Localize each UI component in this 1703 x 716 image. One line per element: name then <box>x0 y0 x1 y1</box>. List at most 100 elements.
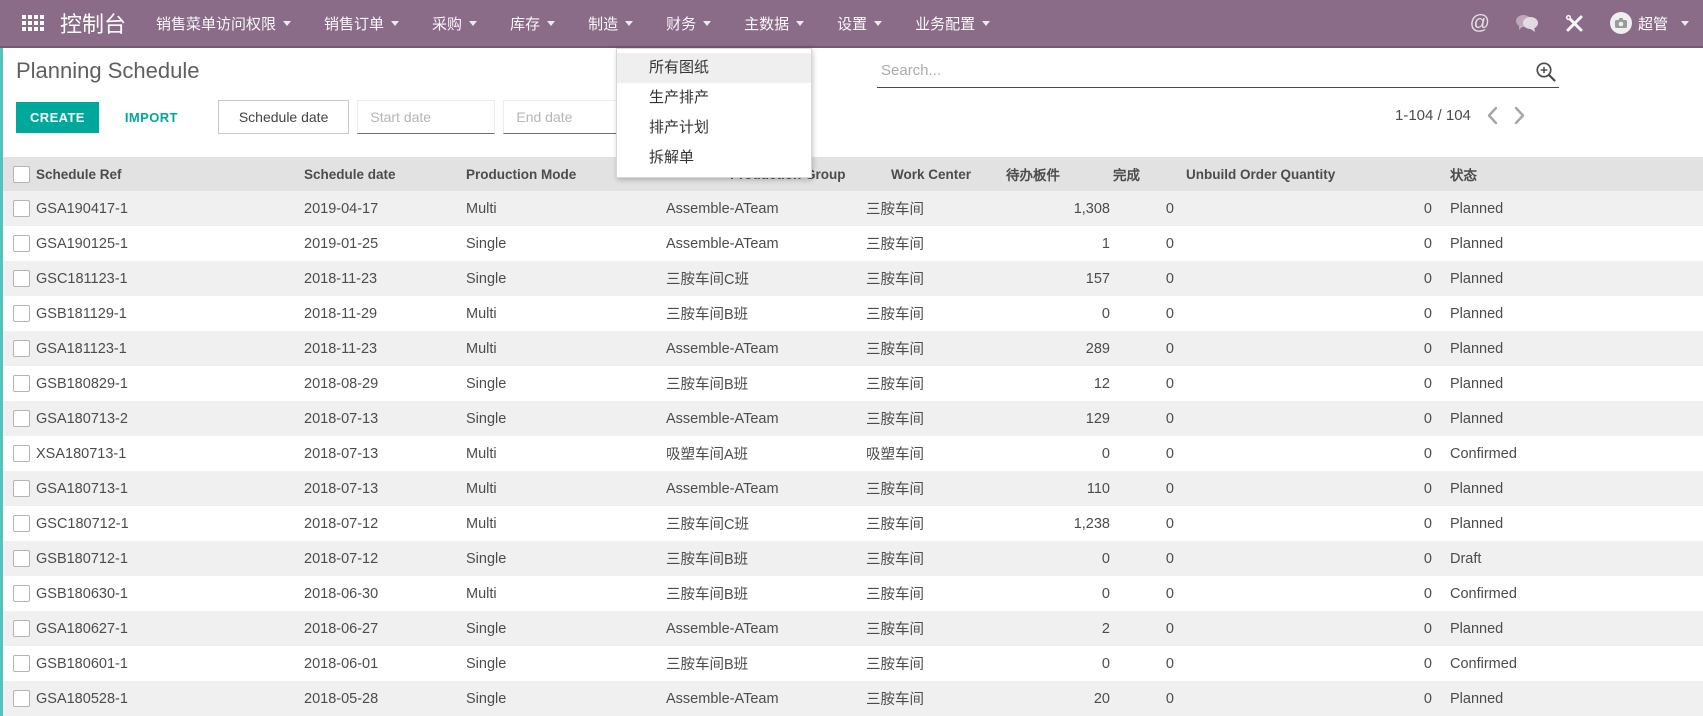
row-checkbox[interactable] <box>13 270 30 287</box>
dropdown-item-3[interactable]: 排产计划 <box>617 113 811 143</box>
table-row[interactable]: GSC180712-12018-07-12Multi三胺车间C班三胺车间1,23… <box>3 506 1703 541</box>
create-button[interactable]: CREATE <box>16 102 99 133</box>
table-row[interactable]: XSA180713-12018-07-13Multi吸塑车间A班吸塑车间000C… <box>3 436 1703 471</box>
avatar <box>1610 12 1632 34</box>
messages-icon[interactable] <box>1515 14 1539 33</box>
select-all-checkbox[interactable] <box>13 166 30 183</box>
row-checkbox-cell <box>3 401 30 436</box>
row-checkbox[interactable] <box>13 340 30 357</box>
row-checkbox[interactable] <box>13 550 30 567</box>
row-checkbox-cell <box>3 541 30 576</box>
cell-5: 吸塑车间 <box>858 436 1005 471</box>
user-menu[interactable]: 超管 <box>1610 12 1689 34</box>
cell-5: 三胺车间 <box>858 191 1005 226</box>
table-row[interactable]: GSB181129-12018-11-29Multi三胺车间B班三胺车间000P… <box>3 296 1703 331</box>
table-row[interactable]: GSA180528-12018-05-28SingleAssemble-ATea… <box>3 681 1703 716</box>
row-checkbox[interactable] <box>13 410 30 427</box>
table-row[interactable]: GSC181123-12018-11-23Single三胺车间C班三胺车间157… <box>3 261 1703 296</box>
cell-7: 0 <box>1112 541 1180 576</box>
cell-1: GSB180630-1 <box>30 576 298 611</box>
cell-6: 20 <box>1005 681 1112 716</box>
nav-menu-4[interactable]: 库存 <box>510 13 555 34</box>
table-row[interactable]: GSA180713-12018-07-13MultiAssemble-ATeam… <box>3 471 1703 506</box>
row-checkbox[interactable] <box>13 375 30 392</box>
start-date-input[interactable] <box>357 100 495 134</box>
table-row[interactable]: GSB180829-12018-08-29Single三胺车间B班三胺车间120… <box>3 366 1703 401</box>
cell-1: GSB181129-1 <box>30 296 298 331</box>
row-checkbox[interactable] <box>13 480 30 497</box>
cell-6: 1,238 <box>1005 506 1112 541</box>
chevron-down-icon <box>703 21 711 26</box>
table-row[interactable]: GSA180713-22018-07-13SingleAssemble-ATea… <box>3 401 1703 436</box>
column-header-7[interactable]: 完成 <box>1112 157 1180 191</box>
nav-menu-6[interactable]: 财务 <box>666 13 711 34</box>
dropdown-item-1[interactable]: 所有图纸 <box>617 53 811 83</box>
row-checkbox[interactable] <box>13 690 30 707</box>
nav-menu-1[interactable]: 销售菜单访问权限 <box>156 13 291 34</box>
column-header-3[interactable]: Production Mode <box>460 157 640 191</box>
cell-1: GSB180601-1 <box>30 646 298 681</box>
table-row[interactable]: GSB180712-12018-07-12Single三胺车间B班三胺车间000… <box>3 541 1703 576</box>
cell-3: Multi <box>460 191 640 226</box>
brand-title[interactable]: 控制台 <box>60 7 126 39</box>
row-checkbox[interactable] <box>13 305 30 322</box>
cell-8: 0 <box>1180 331 1438 366</box>
dropdown-item-4[interactable]: 拆解单 <box>617 143 811 173</box>
table-row[interactable]: GSA180627-12018-06-27SingleAssemble-ATea… <box>3 611 1703 646</box>
import-button[interactable]: IMPORT <box>119 109 184 126</box>
cell-7: 0 <box>1112 576 1180 611</box>
column-header-6[interactable]: 待办板件 <box>1005 157 1112 191</box>
cell-9: Planned <box>1438 296 1703 331</box>
cell-4: 三胺车间B班 <box>640 296 858 331</box>
mentions-at-icon[interactable]: @ <box>1470 12 1490 35</box>
row-checkbox[interactable] <box>13 445 30 462</box>
table-row[interactable]: GSA190417-12019-04-17MultiAssemble-ATeam… <box>3 191 1703 226</box>
cell-9: Planned <box>1438 331 1703 366</box>
cell-5: 三胺车间 <box>858 226 1005 261</box>
apps-grid-icon[interactable] <box>22 15 44 31</box>
row-checkbox-cell <box>3 331 30 366</box>
cell-4: 三胺车间B班 <box>640 541 858 576</box>
column-header-8[interactable]: Unbuild Order Quantity <box>1180 157 1438 191</box>
tools-icon[interactable] <box>1564 13 1585 34</box>
chevron-down-icon <box>796 21 804 26</box>
nav-menu-label: 销售订单 <box>324 13 384 34</box>
column-header-5[interactable]: Work Center <box>858 157 1005 191</box>
row-checkbox-cell <box>3 366 30 401</box>
search-zoom-icon[interactable] <box>1535 61 1557 88</box>
nav-menu-9[interactable]: 业务配置 <box>915 13 990 34</box>
row-checkbox[interactable] <box>13 620 30 637</box>
cell-4: Assemble-ATeam <box>640 331 858 366</box>
nav-menu-2[interactable]: 销售订单 <box>324 13 399 34</box>
cell-1: GSA190417-1 <box>30 191 298 226</box>
cell-2: 2018-07-12 <box>298 506 460 541</box>
nav-menu-label: 设置 <box>837 13 867 34</box>
row-checkbox[interactable] <box>13 235 30 252</box>
nav-menu-7[interactable]: 主数据 <box>744 13 804 34</box>
nav-menu-label: 财务 <box>666 13 696 34</box>
row-checkbox[interactable] <box>13 515 30 532</box>
table-row[interactable]: GSB180630-12018-06-30Multi三胺车间B班三胺车间000C… <box>3 576 1703 611</box>
pager-range: 1-104 / 104 <box>1395 107 1471 124</box>
column-header-1[interactable]: Schedule Ref <box>30 157 298 191</box>
table-row[interactable]: GSA181123-12018-11-23MultiAssemble-ATeam… <box>3 331 1703 366</box>
pager-prev-button[interactable] <box>1487 106 1498 125</box>
row-checkbox[interactable] <box>13 585 30 602</box>
nav-menu-8[interactable]: 设置 <box>837 13 882 34</box>
table-row[interactable]: GSB180601-12018-06-01Single三胺车间B班三胺车间000… <box>3 646 1703 681</box>
cell-9: Planned <box>1438 506 1703 541</box>
nav-menu-5[interactable]: 制造 <box>588 13 633 34</box>
search-input[interactable] <box>877 54 1559 88</box>
schedule-date-button[interactable]: Schedule date <box>218 100 350 134</box>
table-row[interactable]: GSA190125-12019-01-25SingleAssemble-ATea… <box>3 226 1703 261</box>
cell-3: Single <box>460 401 640 436</box>
cell-5: 三胺车间 <box>858 646 1005 681</box>
dropdown-item-2[interactable]: 生产排产 <box>617 83 811 113</box>
column-header-2[interactable]: Schedule date <box>298 157 460 191</box>
row-checkbox[interactable] <box>13 200 30 217</box>
nav-menu-3[interactable]: 采购 <box>432 13 477 34</box>
row-checkbox[interactable] <box>13 655 30 672</box>
column-header-9[interactable]: 状态 <box>1438 157 1703 191</box>
cell-5: 三胺车间 <box>858 576 1005 611</box>
pager-next-button[interactable] <box>1514 106 1525 125</box>
